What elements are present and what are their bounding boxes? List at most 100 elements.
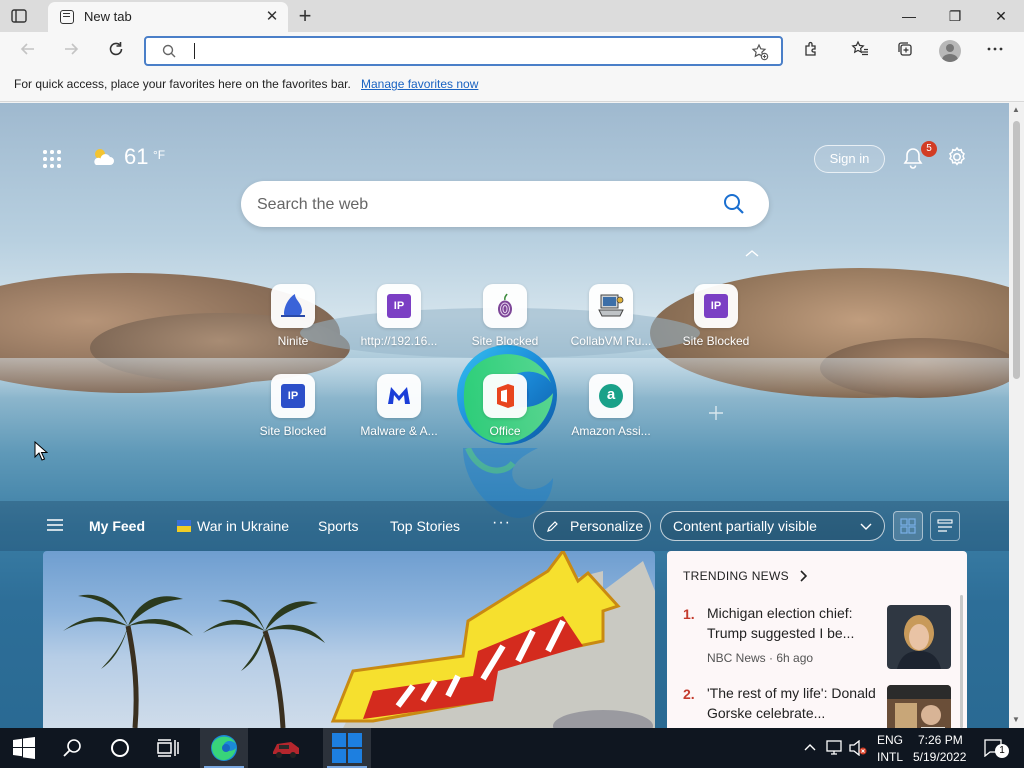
ip-icon: IP — [271, 374, 315, 418]
action-center-badge: 1 — [995, 744, 1009, 758]
restore-button[interactable]: ❐ — [932, 0, 978, 32]
trending-scrollbar[interactable] — [960, 595, 963, 728]
grid-layout-button[interactable] — [893, 511, 923, 541]
cortana-ring-icon — [111, 739, 129, 757]
manage-favorites-link[interactable]: Manage favorites now — [361, 77, 478, 91]
settings-and-more-icon[interactable] — [984, 40, 1006, 62]
ip-icon: IP — [694, 284, 738, 328]
tab-new-tab[interactable]: New tab ✕ — [48, 2, 288, 32]
collapse-quick-links-chevron-icon[interactable] — [743, 246, 761, 258]
list-layout-button[interactable] — [930, 511, 960, 541]
clock-time[interactable]: 7:26 PM — [918, 733, 963, 747]
show-hidden-icons-chevron-icon[interactable] — [803, 742, 817, 752]
start-button[interactable] — [0, 728, 48, 768]
trending-news-header[interactable]: TRENDING NEWS — [683, 569, 807, 583]
edge-app-icon — [211, 735, 237, 761]
quick-link-office[interactable]: Office — [459, 374, 551, 446]
office-icon — [483, 374, 527, 418]
mouse-pointer-icon — [34, 441, 48, 461]
address-bar[interactable] — [144, 36, 783, 66]
sign-in-button[interactable]: Sign in — [814, 145, 885, 173]
quick-link-site-blocked[interactable]: IP Site Blocked — [247, 374, 339, 446]
trending-news-title: TRENDING NEWS — [683, 569, 789, 583]
quick-link-collabvm[interactable]: CollabVM Ru... — [565, 284, 657, 356]
taskbar-edge-app[interactable] — [200, 728, 248, 768]
tab-actions-icon[interactable] — [10, 7, 28, 25]
ip-glyph: IP — [704, 294, 728, 318]
network-icon[interactable] — [826, 740, 844, 756]
address-input[interactable] — [190, 41, 730, 61]
trending-rank: 1. — [683, 606, 695, 622]
scroll-down-arrow-icon[interactable]: ▼ — [1012, 715, 1020, 724]
app-launcher-icon[interactable] — [43, 150, 61, 168]
page-settings-gear-icon[interactable] — [946, 146, 968, 168]
tab-close-icon[interactable]: ✕ — [264, 7, 280, 25]
taskbar-app[interactable] — [262, 728, 310, 768]
quick-link-ip-address[interactable]: IP http://192.16... — [353, 284, 445, 356]
keyboard-layout[interactable]: INTL — [877, 750, 903, 764]
quick-link-label: http://192.16... — [360, 334, 438, 348]
hero-news-card[interactable] — [43, 551, 655, 728]
title-bar: New tab ✕ + — ❐ ✕ — [0, 0, 1024, 32]
task-view-button[interactable] — [144, 728, 192, 768]
trending-thumbnail — [887, 605, 951, 669]
clock-date[interactable]: 5/19/2022 — [913, 750, 966, 764]
search-icon — [63, 739, 81, 757]
personalize-button[interactable]: Personalize — [533, 511, 651, 541]
ninite-icon — [271, 284, 315, 328]
close-window-button[interactable]: ✕ — [978, 0, 1024, 32]
taskbar-windows-app[interactable] — [323, 728, 371, 768]
chevron-down-icon — [860, 523, 872, 530]
task-view-icon — [157, 739, 179, 757]
text-cursor — [194, 43, 195, 59]
new-tab-button[interactable]: + — [294, 3, 316, 29]
collections-icon[interactable] — [894, 40, 916, 62]
quick-link-label: Site Blocked — [682, 334, 750, 348]
feed-more-button[interactable]: ··· — [492, 514, 511, 532]
tab-title: New tab — [84, 9, 132, 24]
refresh-button[interactable] — [105, 40, 127, 62]
windows-taskbar: ENG INTL 7:26 PM 5/19/2022 1 — [0, 728, 1024, 768]
quick-link-ninite[interactable]: Ninite — [247, 284, 339, 356]
feed-tab-my-feed[interactable]: My Feed — [89, 518, 145, 534]
weather-temperature[interactable]: 61 — [124, 144, 148, 170]
feed-tab-war-in-ukraine[interactable]: War in Ukraine — [177, 518, 289, 534]
windows-logo-icon — [13, 737, 35, 759]
back-button[interactable] — [17, 40, 39, 62]
weather-unit: °F — [153, 148, 166, 162]
volume-muted-icon[interactable] — [849, 740, 867, 756]
add-quick-link-icon[interactable] — [706, 403, 726, 423]
page-scrollbar[interactable]: ▲ ▼ — [1009, 103, 1024, 728]
content-visibility-dropdown[interactable]: Content partially visible — [660, 511, 885, 541]
web-search-box[interactable] — [241, 181, 769, 227]
quick-link-amazon-assistant[interactable]: a Amazon Assi... — [565, 374, 657, 446]
quick-link-malwarebytes[interactable]: Malware & A... — [353, 374, 445, 446]
notifications-bell-icon[interactable] — [903, 147, 923, 169]
profile-avatar[interactable] — [939, 40, 961, 62]
feed-menu-icon[interactable] — [46, 518, 64, 532]
taskbar-search-button[interactable] — [48, 728, 96, 768]
add-favorite-icon[interactable] — [751, 43, 769, 66]
feed-tab-sports[interactable]: Sports — [318, 518, 358, 534]
quick-link-site-blocked[interactable]: Site Blocked — [459, 284, 551, 356]
input-language[interactable]: ENG — [877, 733, 903, 747]
trending-rank: 2. — [683, 686, 695, 702]
favorites-bar: For quick access, place your favorites h… — [0, 70, 1024, 102]
ip-glyph: IP — [387, 294, 411, 318]
scroll-up-arrow-icon[interactable]: ▲ — [1012, 105, 1020, 114]
search-icon[interactable] — [723, 193, 745, 215]
blue-tiles-app-icon — [332, 733, 362, 763]
extensions-icon[interactable] — [800, 40, 822, 62]
forward-button[interactable] — [60, 40, 82, 62]
favorites-icon[interactable] — [849, 40, 871, 62]
trending-headline: 'The rest of my life': Donald Gorske cel… — [707, 685, 876, 721]
feed-tab-top-stories[interactable]: Top Stories — [390, 518, 460, 534]
minimize-button[interactable]: — — [886, 0, 932, 32]
quick-link-site-blocked[interactable]: IP Site Blocked — [670, 284, 762, 356]
cortana-button[interactable] — [96, 728, 144, 768]
amazon-assistant-icon: a — [589, 374, 633, 418]
quick-link-label: Site Blocked — [259, 424, 327, 438]
partly-cloudy-icon[interactable] — [90, 145, 116, 169]
scrollbar-thumb[interactable] — [1013, 121, 1020, 379]
web-search-input[interactable] — [257, 194, 697, 216]
